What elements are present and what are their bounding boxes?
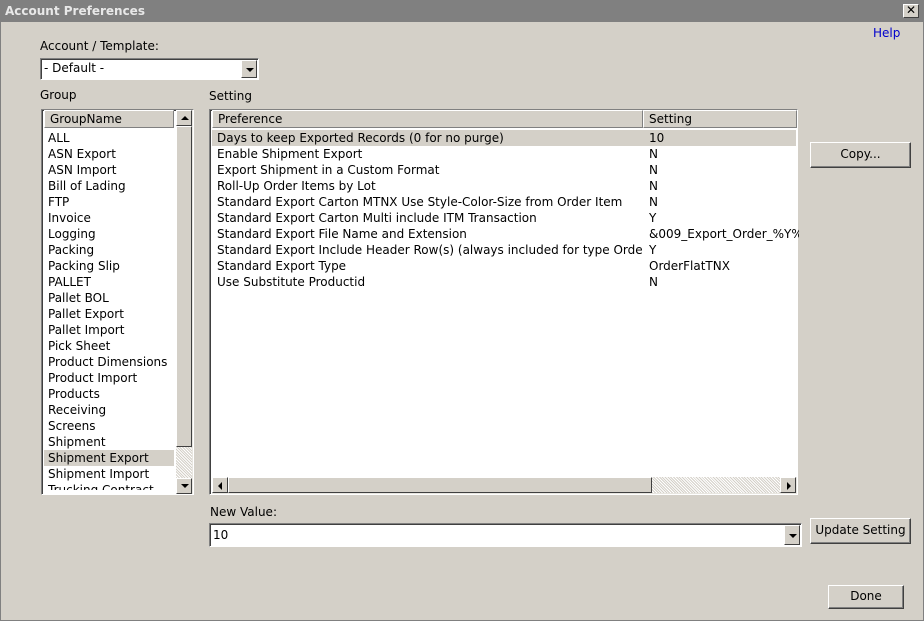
group-item[interactable]: Logging	[44, 226, 174, 242]
copy-button[interactable]: Copy...	[810, 142, 911, 168]
group-item[interactable]: Pallet Import	[44, 322, 174, 338]
chevron-down-icon[interactable]	[784, 525, 800, 545]
setting-value-cell: 10	[649, 131, 665, 145]
account-template-value: - Default -	[44, 61, 105, 75]
preference-cell: Roll-Up Order Items by Lot	[217, 179, 376, 193]
account-template-dropdown[interactable]: - Default -	[40, 58, 259, 80]
group-list: ALL ASN Export ASN Import Bill of Lading FTP…	[44, 130, 174, 490]
group-item[interactable]: PALLET	[44, 274, 174, 290]
setting-rows: Days to keep Exported Records (0 for no …	[212, 130, 799, 290]
setting-row[interactable]: Enable Shipment Export N	[212, 146, 796, 162]
window-title: Account Preferences	[5, 4, 145, 18]
chevron-down-icon[interactable]	[241, 60, 257, 78]
scroll-left-icon[interactable]	[212, 477, 228, 493]
new-value-combo[interactable]: 10	[209, 523, 802, 547]
setting-row[interactable]: Export Shipment in a Custom Format N	[212, 162, 796, 178]
group-item[interactable]: Trucking Contract	[44, 482, 174, 490]
setting-row[interactable]: Standard Export Include Header Row(s) (a…	[212, 242, 796, 258]
new-value-label: New Value:	[210, 505, 277, 519]
group-item[interactable]: Packing Slip	[44, 258, 174, 274]
group-item[interactable]: Product Dimensions	[44, 354, 174, 370]
scroll-right-icon[interactable]	[780, 477, 796, 493]
horizontal-scroll-track[interactable]	[652, 477, 780, 493]
group-item[interactable]: Shipment Export	[44, 450, 174, 466]
title-bar: Account Preferences ✕	[1, 1, 923, 22]
group-item[interactable]: ALL	[44, 130, 174, 146]
setting-row[interactable]: Roll-Up Order Items by Lot N	[212, 178, 796, 194]
setting-value-cell: N	[649, 163, 658, 177]
group-list-box: GroupName ALL ASN Export ASN Import Bill of…	[41, 109, 194, 495]
setting-value-cell: N	[649, 195, 658, 209]
setting-scroll-thumb[interactable]	[228, 477, 652, 493]
setting-value-cell: &009_Export_Order_%Y%m	[649, 227, 799, 241]
group-item[interactable]: Bill of Lading	[44, 178, 174, 194]
setting-row[interactable]: Standard Export File Name and Extension &…	[212, 226, 799, 242]
setting-row[interactable]: Standard Export Carton MTNX Use Style-Co…	[212, 194, 796, 210]
group-scroll-thumb[interactable]	[176, 126, 192, 447]
group-item[interactable]: ASN Export	[44, 146, 174, 162]
preference-cell: Days to keep Exported Records (0 for no …	[217, 131, 504, 145]
update-setting-button[interactable]: Update Setting	[810, 518, 911, 544]
setting-table: Preference Setting Days to keep Exported…	[209, 109, 799, 495]
setting-value-cell: OrderFlatTNX	[649, 259, 730, 273]
group-item[interactable]: Products	[44, 386, 174, 402]
preference-cell: Standard Export Type	[217, 259, 347, 273]
setting-horizontal-scrollbar[interactable]	[212, 477, 797, 494]
scroll-down-icon[interactable]	[176, 478, 192, 494]
setting-column-header[interactable]: Setting	[643, 110, 797, 128]
setting-row[interactable]: Standard Export Carton Multi include ITM…	[212, 210, 796, 226]
setting-row[interactable]: Days to keep Exported Records (0 for no …	[212, 130, 796, 146]
group-item[interactable]: ASN Import	[44, 162, 174, 178]
group-item[interactable]: Pallet Export	[44, 306, 174, 322]
account-preferences-window: Account Preferences ✕ Help Account / Tem…	[0, 0, 924, 621]
group-item[interactable]: Screens	[44, 418, 174, 434]
preference-cell: Enable Shipment Export	[217, 147, 363, 161]
group-item[interactable]: Packing	[44, 242, 174, 258]
groupname-column-header[interactable]: GroupName	[44, 110, 174, 128]
preference-cell: Use Substitute Productid	[217, 275, 366, 289]
scroll-track[interactable]	[176, 447, 192, 478]
preference-column-header[interactable]: Preference	[212, 110, 643, 128]
preference-cell: Standard Export Carton MTNX Use Style-Co…	[217, 195, 623, 209]
setting-value-cell: N	[649, 179, 658, 193]
preference-cell: Standard Export Carton Multi include ITM…	[217, 211, 537, 225]
help-link[interactable]: Help	[873, 26, 900, 40]
setting-value-cell: N	[649, 275, 658, 289]
new-value-text[interactable]: 10	[213, 528, 228, 542]
setting-value-cell: N	[649, 147, 658, 161]
done-button[interactable]: Done	[828, 585, 904, 609]
group-label: Group	[40, 88, 77, 102]
preference-cell: Export Shipment in a Custom Format	[217, 163, 440, 177]
setting-label: Setting	[209, 89, 252, 103]
group-item[interactable]: Product Import	[44, 370, 174, 386]
setting-row[interactable]: Standard Export Type OrderFlatTNX	[212, 258, 796, 274]
setting-value-cell: Y	[649, 243, 657, 257]
group-item[interactable]: Invoice	[44, 210, 174, 226]
setting-row[interactable]: Use Substitute Productid N	[212, 274, 796, 290]
scroll-up-icon[interactable]	[176, 110, 192, 126]
group-item[interactable]: Receiving	[44, 402, 174, 418]
preference-cell: Standard Export File Name and Extension	[217, 227, 467, 241]
account-template-label: Account / Template:	[40, 39, 159, 53]
group-item[interactable]: Shipment	[44, 434, 174, 450]
group-item[interactable]: FTP	[44, 194, 174, 210]
group-item[interactable]: Pick Sheet	[44, 338, 174, 354]
group-item[interactable]: Pallet BOL	[44, 290, 174, 306]
close-icon[interactable]: ✕	[903, 4, 919, 18]
group-item[interactable]: Shipment Import	[44, 466, 174, 482]
setting-value-cell: Y	[649, 211, 657, 225]
group-vertical-scrollbar[interactable]	[176, 110, 193, 494]
preference-cell: Standard Export Include Header Row(s) (a…	[217, 243, 642, 257]
